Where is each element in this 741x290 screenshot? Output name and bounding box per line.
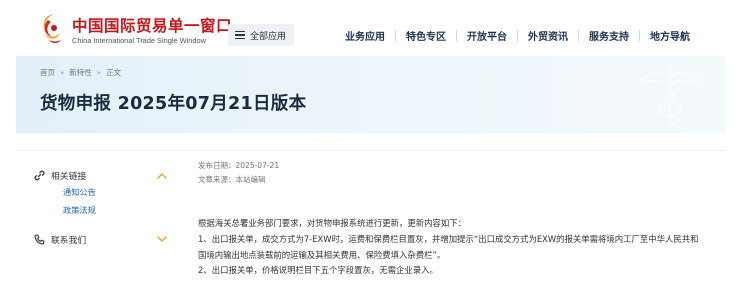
- sidebar-group-label: 相关链接: [51, 172, 87, 182]
- all-apps-label: 全部应用: [250, 31, 287, 42]
- nav-divider: [578, 29, 579, 41]
- breadcrumb-new-features[interactable]: 新特性: [69, 67, 92, 78]
- nav-business-apps[interactable]: 业务应用: [345, 28, 385, 43]
- site-name-en: China International Trade Single Window: [72, 36, 206, 45]
- breadcrumb-separator: »: [60, 68, 65, 77]
- sidebar-link-policies[interactable]: 政策法规: [63, 204, 96, 216]
- nav-divider: [639, 29, 640, 41]
- article-paragraph: 2、出口报关单，价格说明栏目下五个字段置灰，无需企业录入。: [198, 265, 438, 275]
- nav-divider: [395, 29, 396, 41]
- caduceus-watermark-icon: [635, 63, 705, 128]
- hamburger-menu-icon: [235, 31, 245, 39]
- page-title: 货物申报 2025年07月21日版本: [40, 94, 307, 114]
- nav-divider: [456, 29, 457, 41]
- content-divider: [16, 150, 725, 151]
- publish-date: 发布日期：2025-07-21: [198, 161, 280, 170]
- nav-service-support[interactable]: 服务支持: [589, 28, 629, 43]
- sidebar-group-related-links[interactable]: 相关链接: [34, 169, 86, 182]
- sidebar-group-contact-us[interactable]: 联系我们: [34, 233, 86, 246]
- breadcrumb-separator: »: [96, 68, 102, 77]
- breadcrumb: 首页 » 新特性 » 正文: [40, 67, 121, 78]
- logo-emblem-icon[interactable]: [40, 11, 64, 51]
- phone-icon: [34, 234, 45, 245]
- page-banner: 首页 » 新特性 » 正文 货物申报 2025年07月21日版本: [16, 56, 725, 133]
- all-apps-button[interactable]: 全部应用: [228, 24, 294, 46]
- article-paragraph: 根据海关总署业务部门要求，对货物申报系统进行更新，更新内容如下：: [198, 218, 466, 228]
- breadcrumb-home[interactable]: 首页: [40, 67, 55, 78]
- breadcrumb-current: 正文: [106, 68, 122, 77]
- main-nav: 业务应用 特色专区 开放平台 外贸资讯 服务支持 地方导航: [345, 27, 690, 43]
- article-paragraph: 国境内输出地点装载前的运输及其相关费用、保险费填入杂费栏”。: [198, 250, 446, 260]
- chevron-down-icon[interactable]: [157, 236, 167, 243]
- site-name-cn[interactable]: 中国国际贸易单一窗口: [72, 14, 232, 36]
- nav-featured-zones[interactable]: 特色专区: [406, 28, 446, 43]
- sidebar-group-label: 联系我们: [51, 236, 87, 246]
- nav-open-platform[interactable]: 开放平台: [467, 28, 507, 43]
- link-icon: [34, 170, 45, 181]
- nav-local-navigation[interactable]: 地方导航: [650, 28, 690, 43]
- nav-trade-news[interactable]: 外贸资讯: [528, 28, 568, 43]
- article-source: 文章来源：本站编辑: [198, 175, 266, 184]
- top-header: 中国国际贸易单一窗口 China International Trade Sin…: [0, 0, 741, 64]
- article-paragraph: 1、出口报关单，成交方式为7-EXW时，运费和保费栏目置灰，并增加提示“出口成交…: [198, 234, 699, 244]
- nav-divider: [517, 29, 518, 41]
- sidebar-link-notices[interactable]: 通知公告: [63, 186, 96, 198]
- chevron-up-icon[interactable]: [157, 172, 167, 179]
